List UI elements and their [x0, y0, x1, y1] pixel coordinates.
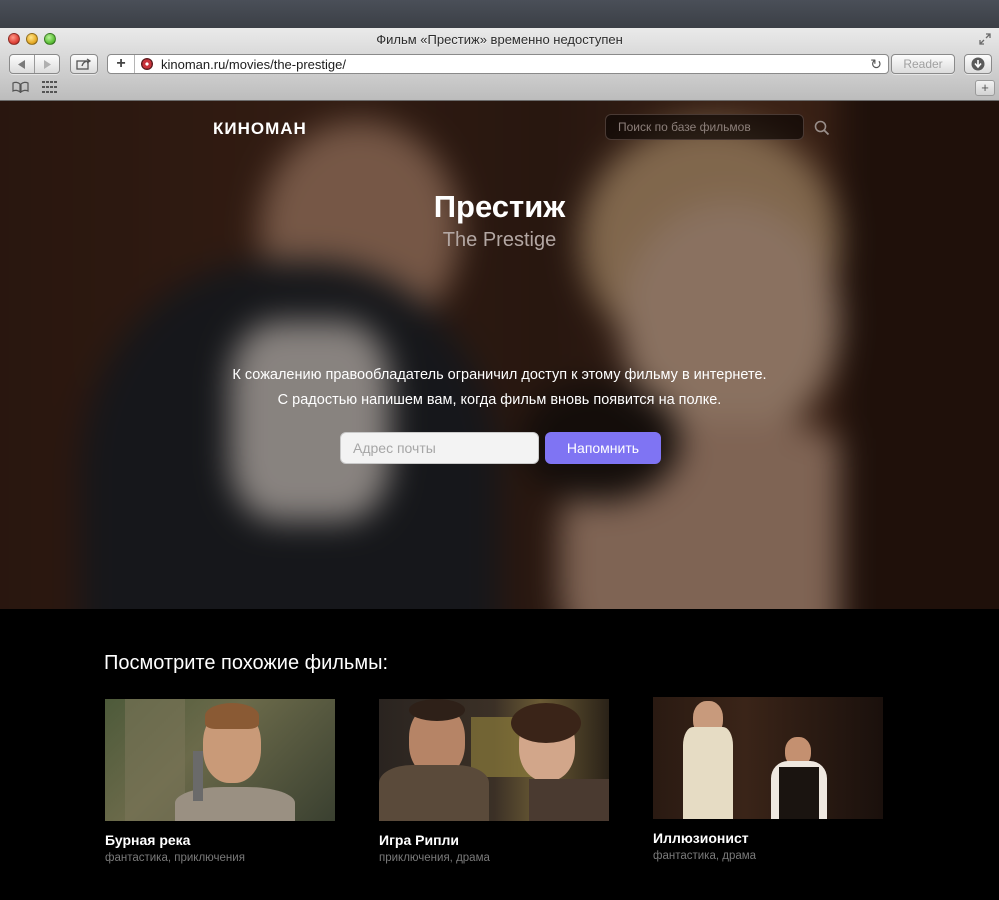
web-page: КИНОМАН Престиж The Prestige К сожалению…: [0, 101, 999, 900]
browser-titlebar: Фильм «Престиж» временно недоступен + ki…: [0, 28, 999, 101]
download-icon: [971, 57, 985, 71]
movie-card-genres: фантастика, драма: [653, 850, 757, 862]
new-tab-button[interactable]: +: [975, 80, 995, 96]
hero-dark-overlay: [0, 101, 999, 609]
movie-card-title[interactable]: Бурная река: [105, 832, 335, 848]
movie-card[interactable]: Бурная река фантастика, приключения: [105, 699, 335, 864]
url-text[interactable]: kinoman.ru/movies/the-prestige/: [161, 57, 346, 72]
forward-button[interactable]: [35, 55, 59, 73]
message-line-1: К сожалению правообладатель ограничил до…: [232, 367, 767, 383]
search-icon[interactable]: [814, 120, 830, 136]
movie-hero: КИНОМАН Престиж The Prestige К сожалению…: [0, 101, 999, 609]
movie-card[interactable]: Иллюзионист фантастика, драма: [653, 697, 883, 862]
share-button[interactable]: [70, 54, 98, 74]
bookmarks-bar: +: [0, 78, 999, 99]
movie-card-genres: фантастика, приключения: [105, 852, 245, 864]
unavailable-message: К сожалению правообладатель ограничил до…: [0, 363, 999, 413]
back-arrow-icon: [18, 59, 25, 69]
reload-icon[interactable]: ↻: [870, 56, 882, 73]
movie-poster-image[interactable]: [653, 697, 883, 819]
add-bookmark-button[interactable]: +: [108, 55, 135, 73]
fullscreen-icon[interactable]: [979, 33, 991, 45]
top-sites-grid-icon[interactable]: [42, 81, 58, 93]
similar-movies-section: Посмотрите похожие фильмы: Бурная река ф…: [0, 609, 999, 900]
movie-card-title[interactable]: Игра Рипли: [379, 832, 609, 848]
back-forward-buttons: [9, 54, 60, 74]
movie-title: Престиж: [433, 189, 566, 224]
address-bar[interactable]: + kinoman.ru/movies/the-prestige/ ↻: [107, 54, 889, 74]
site-logo[interactable]: КИНОМАН: [213, 119, 307, 139]
back-button[interactable]: [10, 55, 35, 73]
site-favicon-icon: [141, 58, 153, 70]
browser-window: Фильм «Престиж» временно недоступен + ki…: [0, 28, 999, 900]
movie-card[interactable]: Игра Рипли приключения, драма: [379, 699, 609, 864]
movie-poster-image[interactable]: [379, 699, 609, 821]
window-title: Фильм «Престиж» временно недоступен: [376, 32, 623, 47]
downloads-button[interactable]: [964, 54, 992, 74]
movie-search-input[interactable]: [605, 114, 804, 140]
movie-original-title: The Prestige: [442, 229, 557, 251]
movie-card-title[interactable]: Иллюзионист: [653, 830, 883, 846]
email-field[interactable]: [340, 432, 539, 464]
movie-card-genres: приключения, драма: [379, 852, 490, 864]
movie-poster-image[interactable]: [105, 699, 335, 821]
share-icon: [76, 58, 92, 70]
similar-movies-heading: Посмотрите похожие фильмы:: [104, 652, 389, 674]
desktop-menubar-strip: [0, 0, 999, 28]
reader-button[interactable]: Reader: [891, 54, 955, 74]
message-line-2: С радостью напишем вам, когда фильм внов…: [277, 392, 722, 408]
browser-toolbar: + kinoman.ru/movies/the-prestige/ ↻ Read…: [0, 52, 999, 76]
reading-list-icon[interactable]: [12, 81, 29, 93]
forward-arrow-icon: [44, 59, 51, 69]
remind-button[interactable]: Напомнить: [545, 432, 661, 464]
